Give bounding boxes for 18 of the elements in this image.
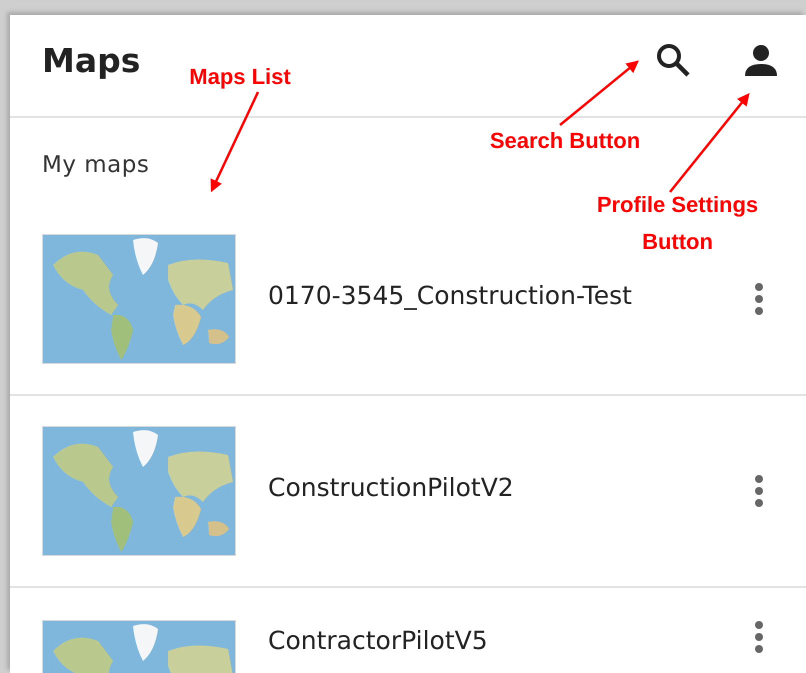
map-title[interactable]: 0170-3545_Construction-Test [268,280,632,310]
search-button[interactable] [656,42,690,76]
section-label: My maps [42,152,150,178]
app-title: Maps [42,41,140,80]
annotation-label: Search Button [488,127,642,155]
map-title[interactable]: ConstructionPilotV2 [268,472,514,502]
profile-button[interactable] [744,44,778,76]
more-options-button[interactable] [754,620,764,654]
annotation-label: Maps List [188,63,292,91]
more-options-button[interactable] [754,282,764,316]
person-icon [744,44,778,76]
more-vertical-icon [754,282,764,316]
map-title[interactable]: ContractorPilotV5 [268,626,488,655]
more-vertical-icon [754,474,764,508]
annotation-label: Profile Settings Button [596,191,760,256]
search-icon [656,42,690,76]
more-options-button[interactable] [754,474,764,508]
more-vertical-icon [754,620,764,654]
